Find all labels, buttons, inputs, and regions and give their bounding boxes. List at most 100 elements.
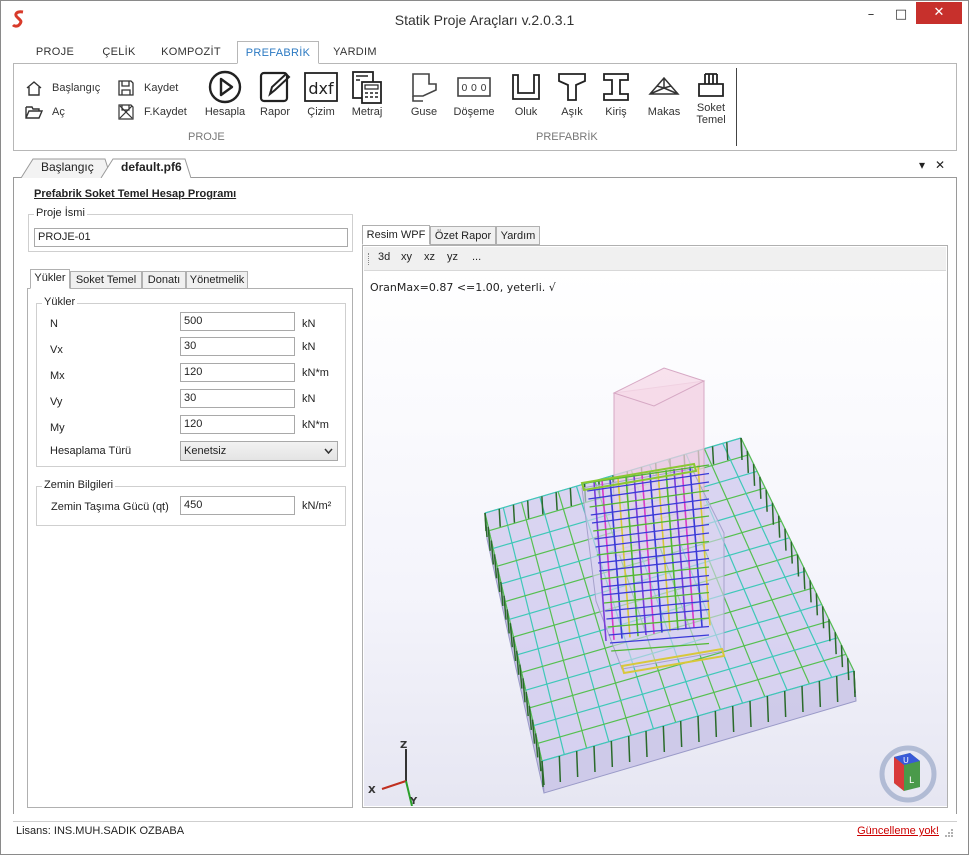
chevron-down-icon (324, 448, 333, 454)
tab-yardim-viewer[interactable]: Yardım (496, 226, 540, 245)
zemin-tasima-label: Zemin Taşıma Gücü (qt) (51, 501, 169, 513)
zemin-group-label: Zemin Bilgileri (42, 479, 116, 491)
group-prefabrik-label: PREFABRİK (536, 131, 598, 143)
view-xz-button[interactable]: xz (424, 251, 435, 263)
edge-bar (512, 504, 516, 523)
load-input-vy[interactable]: 30 (180, 389, 295, 408)
hesapla-button[interactable]: Hesapla (202, 70, 248, 118)
oluk-button[interactable]: Oluk (508, 70, 544, 118)
edge-bar (610, 740, 614, 768)
proje-ismi-input[interactable]: PROJE-01 (34, 228, 348, 247)
load-input-mx[interactable]: 120 (180, 363, 295, 382)
edge-bar (746, 450, 750, 473)
zemin-tasima-unit: kN/m² (302, 500, 332, 512)
metraj-button[interactable]: Metraj (346, 70, 388, 118)
maximize-button[interactable]: □ (887, 5, 915, 25)
hesaplama-turu-label: Hesaplama Türü (50, 445, 132, 457)
tab-prefabrik[interactable]: PREFABRİK (237, 41, 319, 64)
status-bar: Lisans: INS.MUH.SADIK OZBABA Güncelleme … (13, 821, 957, 841)
edge-bar (575, 750, 579, 778)
hesapla-label: Hesapla (204, 106, 246, 118)
edge-bar (740, 437, 743, 457)
group-proje-label: PROJE (188, 131, 225, 143)
view-3d-button[interactable]: 3d (378, 251, 390, 263)
load-input-my[interactable]: 120 (180, 415, 295, 434)
tab-kompozit[interactable]: KOMPOZİT (153, 41, 229, 64)
view-xy-button[interactable]: xy (401, 251, 412, 263)
report-pencil-icon (259, 71, 291, 103)
toolbar-grip (368, 253, 370, 265)
3d-viewport[interactable]: OranMax=0.87 <=1.00, yeterli. √ ZXYLU (364, 271, 947, 806)
load-input-n[interactable]: 500 (180, 312, 295, 331)
edge-bar (593, 745, 596, 773)
view-more-button[interactable]: ... (472, 251, 481, 263)
soket-temel-button[interactable]: Soket Temel (690, 70, 732, 126)
doc-close-button[interactable]: ✕ (935, 158, 945, 172)
update-link[interactable]: Güncelleme yok! (857, 825, 939, 837)
folder-open-icon (25, 106, 44, 119)
asik-label: Aşık (561, 106, 583, 118)
edge-bar (840, 645, 844, 668)
document-body: Prefabrik Soket Temel Hesap Programı Pro… (13, 178, 957, 814)
soket-temel-label: Soket Temel (696, 102, 726, 126)
tab-yardim[interactable]: YARDIM (325, 41, 385, 64)
hesaplama-turu-select[interactable]: Kenetsiz (180, 441, 338, 461)
tab-yukler[interactable]: Yükler (30, 269, 70, 289)
viewer-toolbar: 3d xy xz yz ... (364, 247, 946, 271)
resize-grip-icon (945, 829, 953, 837)
edge-bar (726, 442, 729, 461)
save-icon (118, 80, 134, 96)
kiris-label: Kiriş (605, 106, 627, 118)
edge-bar (759, 476, 762, 499)
kiris-button[interactable]: Kiriş (598, 70, 634, 118)
zemin-tasima-input[interactable]: 450 (180, 496, 295, 515)
edge-bar (818, 680, 822, 708)
document-tabs: Başlangıç default.pf6 ▾ ✕ (13, 156, 957, 178)
tab-soket-temel[interactable]: Soket Temel (70, 271, 142, 289)
window-title: Statik Proje Araçları v.2.0.3.1 (394, 12, 575, 28)
tab-yonetmelik[interactable]: Yönetmelik (186, 271, 248, 289)
load-unit-my: kN*m (302, 419, 329, 431)
load-input-vx[interactable]: 30 (180, 337, 295, 356)
kiris-icon (603, 73, 629, 101)
ribbon-tabs: PROJE ÇELİK KOMPOZİT PREFABRİK YARDIM (13, 40, 957, 64)
edge-bar (627, 735, 631, 763)
tab-list-dropdown[interactable]: ▾ (919, 158, 925, 172)
doc-tab-baslangic[interactable]: Başlangıç (27, 158, 107, 178)
title-bar: Statik Proje Araçları v.2.0.3.1 – □ ✕ (1, 1, 968, 37)
view-cube-front-label: L (909, 776, 914, 786)
asik-button[interactable]: Aşık (554, 70, 590, 118)
doseme-button[interactable]: 0 0 0 Döşeme (450, 70, 498, 118)
edge-bar (749, 700, 752, 728)
rapor-button[interactable]: Rapor (254, 70, 296, 118)
license-text: Lisans: INS.MUH.SADIK OZBABA (16, 825, 185, 837)
minimize-button[interactable]: – (857, 5, 885, 25)
guse-icon (412, 73, 437, 102)
makas-icon (648, 76, 680, 95)
axis-z-label: Z (400, 740, 407, 751)
calculator-icon (352, 71, 382, 104)
view-yz-button[interactable]: yz (447, 251, 458, 263)
load-unit-vy: kN (302, 393, 316, 405)
cizim-button[interactable]: dxf Çizim (302, 70, 340, 118)
tab-donati[interactable]: Donatı (142, 271, 186, 289)
edge-bar (558, 755, 562, 783)
makas-button[interactable]: Makas (642, 70, 686, 118)
soket-temel-icon (698, 73, 724, 97)
proje-ismi-label: Proje İsmi (34, 207, 87, 219)
tab-celik[interactable]: ÇELİK (91, 41, 147, 64)
program-title: Prefabrik Soket Temel Hesap Programı (34, 188, 237, 200)
play-icon (208, 70, 242, 104)
guse-button[interactable]: Guse (406, 70, 442, 118)
doc-tab-default[interactable]: default.pf6 (107, 158, 193, 178)
close-button[interactable]: ✕ (916, 2, 962, 24)
save-as-icon (118, 104, 134, 120)
tab-ozet-rapor[interactable]: Özet Rapor (430, 226, 496, 245)
doseme-icon: 0 0 0 (457, 77, 491, 97)
tab-resim-wpf[interactable]: Resim WPF (362, 225, 430, 245)
asik-icon (558, 73, 586, 101)
load-unit-n: kN (302, 318, 316, 330)
load-unit-mx: kN*m (302, 367, 329, 379)
edge-bar (801, 685, 804, 713)
tab-proje[interactable]: PROJE (27, 41, 83, 64)
